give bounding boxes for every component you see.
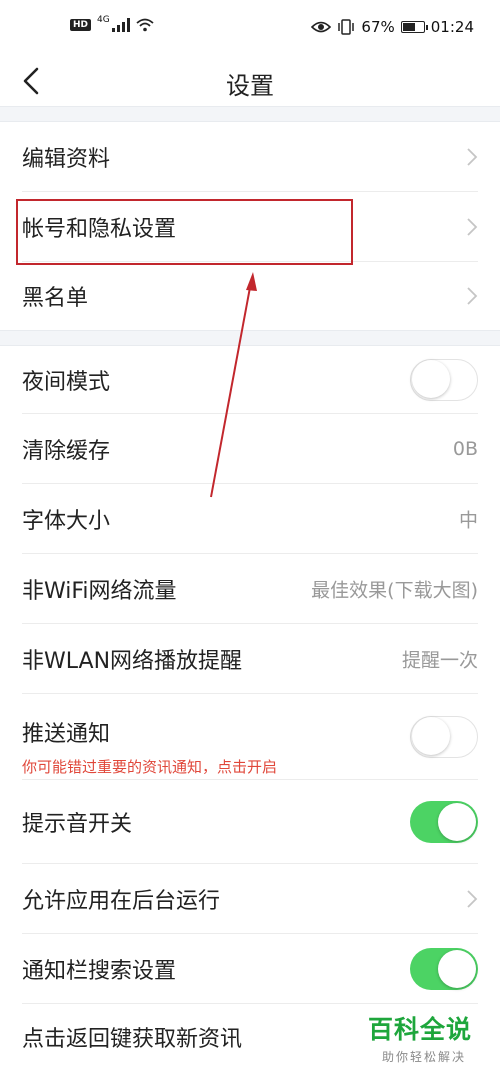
clear-cache-row[interactable]: 清除缓存 0B <box>0 414 500 484</box>
row-label: 提示音开关 <box>22 811 133 837</box>
background-run-row[interactable]: 允许应用在后台运行 <box>0 864 500 934</box>
status-left: HD 4G <box>70 15 154 32</box>
status-bar: HD 4G 67% 01:24 <box>0 0 500 56</box>
row-label: 点击返回键获取新资讯 <box>22 1027 243 1052</box>
non-wlan-reminder-row[interactable]: 非WLAN网络播放提醒 提醒一次 <box>0 624 500 694</box>
chevron-right-icon <box>467 217 478 236</box>
vibrate-icon <box>338 19 355 35</box>
edit-profile-row[interactable]: 编辑资料 <box>0 122 500 192</box>
signal-icon <box>111 18 130 32</box>
nav-bar: 设置 <box>0 56 500 106</box>
non-wlan-value: 提醒一次 <box>401 649 478 671</box>
push-warning-text[interactable]: 你可能错过重要的资讯通知，点击开启 <box>22 756 277 777</box>
battery-percent: 67% <box>361 18 395 36</box>
page-title: 设置 <box>226 72 274 100</box>
notification-search-row: 通知栏搜索设置 <box>0 934 500 1004</box>
blacklist-row[interactable]: 黑名单 <box>0 262 500 330</box>
row-label: 非WLAN网络播放提醒 <box>22 648 243 674</box>
watermark-subtitle: 助你轻松解决 <box>382 1050 467 1064</box>
font-size-value: 中 <box>458 509 478 531</box>
non-wifi-traffic-row[interactable]: 非WiFi网络流量 最佳效果(下载大图) <box>0 554 500 624</box>
status-right: 67% 01:24 <box>311 18 474 36</box>
night-mode-toggle[interactable] <box>410 358 478 401</box>
network-label: 4G <box>97 15 110 25</box>
row-label: 非WiFi网络流量 <box>22 578 177 604</box>
clock: 01:24 <box>430 18 474 36</box>
section-divider <box>0 330 500 346</box>
row-label: 字体大小 <box>22 508 111 534</box>
font-size-row[interactable]: 字体大小 中 <box>0 484 500 554</box>
battery-icon <box>400 21 428 33</box>
row-label: 黑名单 <box>22 286 89 311</box>
notification-search-toggle[interactable] <box>410 947 478 990</box>
hd-badge: HD <box>70 19 92 31</box>
watermark-logo: 百科全说 助你轻松解决 <box>368 1010 492 1065</box>
row-label: 编辑资料 <box>22 146 111 172</box>
section-divider <box>0 106 500 122</box>
chevron-right-icon <box>467 287 478 305</box>
row-label: 允许应用在后台运行 <box>22 888 221 914</box>
account-privacy-row[interactable]: 帐号和隐私设置 <box>0 192 500 262</box>
row-label: 夜间模式 <box>22 369 111 395</box>
chevron-right-icon <box>467 147 478 166</box>
row-label: 通知栏搜索设置 <box>22 958 177 984</box>
row-label: 清除缓存 <box>22 438 111 464</box>
row-label: 帐号和隐私设置 <box>22 216 177 242</box>
cache-size-value: 0B <box>452 437 478 460</box>
chevron-right-icon <box>467 889 478 908</box>
wifi-icon <box>136 18 154 32</box>
eye-icon <box>311 21 332 33</box>
non-wifi-value: 最佳效果(下载大图) <box>311 579 478 601</box>
night-mode-row: 夜间模式 <box>0 346 500 414</box>
sound-toggle[interactable] <box>410 800 478 843</box>
row-label: 推送通知 <box>22 722 111 747</box>
sound-row: 提示音开关 <box>0 780 500 864</box>
push-notification-row[interactable]: 推送通知 你可能错过重要的资讯通知，点击开启 <box>0 694 500 780</box>
watermark-title: 百科全说 <box>368 1015 473 1044</box>
push-notification-toggle[interactable] <box>410 715 478 758</box>
